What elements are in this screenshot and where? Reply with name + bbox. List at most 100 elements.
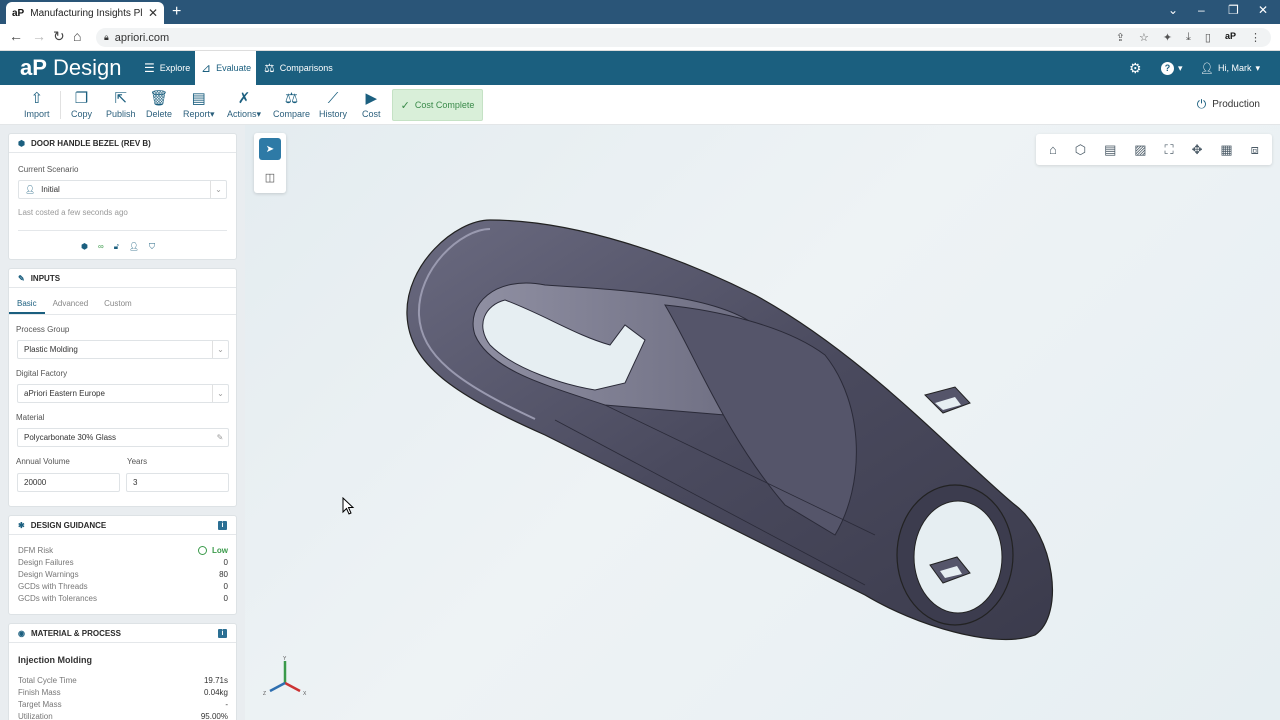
browser-tab-bar: aP Manufacturing Insights Platform ✕ + ⌄… bbox=[0, 0, 1280, 24]
reload-icon[interactable]: ↻ bbox=[53, 28, 65, 45]
metric-value: 0.04kg bbox=[203, 688, 228, 697]
dfm-risk-row[interactable]: DFM Risk Low bbox=[18, 546, 228, 555]
process-group-value: Plastic Molding bbox=[24, 345, 78, 354]
process-group-select[interactable]: Plastic Molding ⌄ bbox=[17, 340, 229, 359]
home-icon[interactable]: ⌂ bbox=[73, 28, 81, 44]
url-text: apriori.com bbox=[114, 31, 170, 44]
metric-label: Finish Mass bbox=[18, 688, 61, 697]
forward-icon[interactable]: → bbox=[32, 28, 46, 44]
scenario-label: Current Scenario bbox=[18, 165, 79, 174]
select-tool-button[interactable]: ➤ bbox=[259, 138, 281, 160]
years-input[interactable]: 3 bbox=[126, 473, 229, 492]
annual-volume-input[interactable]: 20000 bbox=[17, 473, 120, 492]
sidebar-icon[interactable]: ▯ bbox=[1205, 31, 1211, 44]
hatch-icon[interactable]: ▨ bbox=[1134, 142, 1146, 158]
window-close-icon[interactable]: ✕ bbox=[1258, 3, 1268, 17]
import-button[interactable]: ⇧ Import bbox=[24, 91, 50, 120]
orbit-icon[interactable]: ✥ bbox=[1192, 142, 1203, 158]
history-button[interactable]: ⟋ History bbox=[319, 91, 347, 120]
tab-custom[interactable]: Custom bbox=[96, 296, 140, 314]
nav-tab-evaluate[interactable]: ⊿ Evaluate bbox=[195, 51, 256, 85]
link-icon[interactable]: ∞ bbox=[98, 242, 104, 252]
restore-icon[interactable]: ❐ bbox=[1228, 3, 1239, 17]
url-field[interactable]: 🔒︎ apriori.com ⇪ ☆ ✦ ⤓ ▯ aP ⋮ bbox=[96, 28, 1271, 47]
copy-button[interactable]: ❐ Copy bbox=[71, 91, 92, 120]
metric-row[interactable]: GCDs with Tolerances 0 bbox=[18, 594, 228, 603]
design-guidance-header: ✱ DESIGN GUIDANCE i bbox=[9, 516, 236, 535]
delete-button[interactable]: 🗑︎ Delete bbox=[146, 91, 172, 120]
metric-label: DFM Risk bbox=[18, 546, 54, 555]
tab-basic[interactable]: Basic bbox=[9, 296, 45, 314]
help-button[interactable]: ? ▾ bbox=[1161, 51, 1183, 85]
nav-tab-comparisons[interactable]: ⚖︎ Comparisons bbox=[258, 51, 339, 85]
clipboard-icon[interactable]: ▤ bbox=[1104, 142, 1116, 158]
metric-value: 19.71s bbox=[203, 676, 228, 685]
annual-volume-label: Annual Volume bbox=[16, 457, 70, 466]
bookmark-star-icon[interactable]: ☆ bbox=[1139, 31, 1149, 44]
metric-value: 95.00% bbox=[200, 712, 228, 720]
nav-tab-explore[interactable]: ☰ Explore bbox=[138, 51, 196, 85]
years-value: 3 bbox=[133, 478, 138, 487]
app-logo[interactable]: aP Design bbox=[20, 55, 122, 81]
part-model[interactable] bbox=[395, 205, 1155, 655]
actions-button[interactable]: ✗ Actions▾ bbox=[227, 91, 261, 120]
wireframe-icon[interactable]: ▦ bbox=[1220, 142, 1232, 158]
home-view-icon[interactable]: ⌂ bbox=[1049, 142, 1057, 157]
extensions-icon[interactable]: ✦ bbox=[1163, 31, 1172, 44]
cube-view-icon[interactable]: ⬡ bbox=[1075, 142, 1086, 158]
back-icon[interactable]: ← bbox=[9, 28, 23, 44]
compare-button[interactable]: ⚖︎ Compare bbox=[273, 91, 310, 120]
view-controls: ⌂ ⬡ ▤ ▨ ⛶ ✥ ▦ ⧈ bbox=[1036, 134, 1272, 165]
process-group-label: Process Group bbox=[16, 325, 70, 334]
fit-view-icon[interactable]: ⛶ bbox=[1165, 142, 1174, 158]
share-icon[interactable]: ⇪ bbox=[1116, 31, 1125, 44]
cost-button[interactable]: ▶︎ Cost bbox=[362, 91, 381, 120]
cost-status-badge: ✓ Cost Complete bbox=[392, 89, 483, 121]
metric-row[interactable]: GCDs with Threads 0 bbox=[18, 582, 228, 591]
metric-row: Target Mass - bbox=[18, 700, 228, 709]
unlock-icon[interactable]: 🔓︎ bbox=[114, 242, 119, 252]
tab-close-icon[interactable]: ✕ bbox=[148, 6, 158, 20]
user-icon[interactable]: 👤︎ bbox=[129, 242, 139, 252]
publish-button[interactable]: ⇱ Publish bbox=[106, 91, 136, 120]
info-icon[interactable]: i bbox=[218, 628, 227, 638]
z-axis-line bbox=[269, 681, 286, 693]
scenario-select[interactable]: 👤︎ Initial ⌄ bbox=[18, 180, 227, 199]
publish-label: Publish bbox=[106, 109, 136, 119]
tab-search-icon[interactable]: ⌄ bbox=[1168, 3, 1178, 17]
metric-row: Finish Mass 0.04kg bbox=[18, 688, 228, 697]
material-field[interactable]: Polycarbonate 30% Glass ✎ bbox=[17, 428, 229, 447]
screenshot-icon[interactable]: ⧈ bbox=[1251, 142, 1259, 158]
browser-menu-icon[interactable]: ⋮ bbox=[1250, 31, 1261, 44]
logo-ap: aP bbox=[20, 55, 47, 80]
material-process-title: MATERIAL & PROCESS bbox=[30, 628, 121, 638]
production-mode[interactable]: ⏻ Production bbox=[1197, 97, 1260, 112]
process-name: Injection Molding bbox=[18, 655, 92, 665]
material-process-card: ◉ MATERIAL & PROCESS i Injection Molding… bbox=[8, 623, 237, 720]
digital-factory-select[interactable]: aPriori Eastern Europe ⌄ bbox=[17, 384, 229, 403]
asterisk-icon: ✱ bbox=[18, 520, 25, 530]
left-panel: ⬢ DOOR HANDLE BEZEL (REV B) Current Scen… bbox=[0, 125, 245, 720]
pencil-icon[interactable]: ✎ bbox=[212, 429, 228, 446]
info-icon[interactable]: i bbox=[218, 520, 227, 530]
tab-advanced[interactable]: Advanced bbox=[45, 296, 97, 314]
minimize-icon[interactable]: – bbox=[1198, 3, 1205, 17]
metric-row[interactable]: Design Failures 0 bbox=[18, 558, 228, 567]
metric-row[interactable]: Design Warnings 80 bbox=[18, 570, 228, 579]
report-button[interactable]: ▤ Report▾ bbox=[183, 91, 215, 120]
settings-button[interactable]: ⚙︎ bbox=[1129, 51, 1142, 85]
download-icon[interactable]: ⤓ bbox=[1186, 31, 1191, 44]
toolbar-divider bbox=[60, 91, 61, 119]
profile-badge[interactable]: aP bbox=[1225, 31, 1236, 44]
section-tool-button[interactable]: ◫ bbox=[259, 166, 281, 188]
shield-icon[interactable]: ⛉ bbox=[149, 242, 155, 252]
inputs-card: ✎ INPUTS Basic Advanced Custom Process G… bbox=[8, 268, 237, 507]
new-tab-icon[interactable]: + bbox=[172, 3, 181, 21]
user-greeting: Hi, Mark bbox=[1217, 63, 1252, 73]
cost-status-text: Cost Complete bbox=[414, 100, 475, 110]
user-menu[interactable]: 👤︎ Hi, Mark ▾ bbox=[1200, 51, 1260, 85]
browser-tab[interactable]: aP Manufacturing Insights Platform ✕ bbox=[6, 2, 164, 24]
metric-label: Utilization bbox=[18, 712, 53, 720]
cube-icon[interactable]: ⬢ bbox=[81, 242, 88, 252]
3d-viewport[interactable]: ➤ ◫ ⌂ ⬡ ▤ ▨ ⛶ ✥ ▦ ⧈ Y X Z bbox=[245, 125, 1280, 720]
